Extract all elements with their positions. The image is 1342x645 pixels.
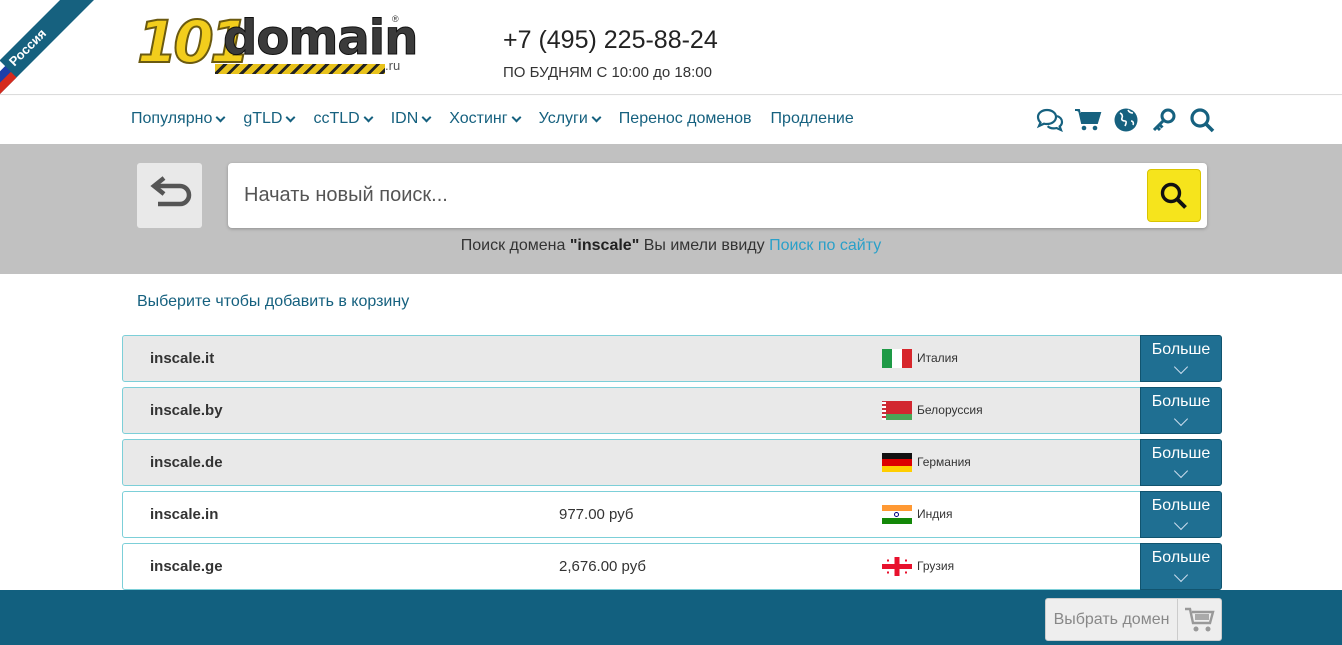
country-flag-icon bbox=[882, 349, 912, 368]
domain-results-list: inscale.it Италия Больше inscale.by Белорусс… bbox=[122, 335, 1222, 595]
nav-item[interactable]: ccTLD bbox=[313, 110, 374, 128]
more-button[interactable]: Больше bbox=[1140, 387, 1222, 434]
domain-name: inscale.by bbox=[150, 402, 223, 419]
search-icon[interactable] bbox=[1188, 106, 1216, 134]
country-name: Индия bbox=[917, 507, 953, 521]
pick-domain-button[interactable]: Выбрать домен bbox=[1045, 598, 1222, 641]
undo-arrow-icon bbox=[149, 175, 191, 206]
key-icon[interactable] bbox=[1150, 106, 1178, 134]
chevron-down-icon bbox=[1173, 359, 1189, 375]
nav-item-label: Хостинг bbox=[449, 110, 508, 127]
globe-icon[interactable] bbox=[1112, 106, 1140, 134]
chevron-down-icon bbox=[1173, 515, 1189, 531]
search-hint: Поиск домена "inscale" Вы имели ввиду По… bbox=[460, 237, 882, 254]
country-flag-icon bbox=[882, 557, 912, 576]
domain-name: inscale.it bbox=[150, 350, 215, 367]
search-box bbox=[228, 163, 1207, 228]
nav-item-label: Услуги bbox=[538, 110, 588, 127]
nav-item-label: ccTLD bbox=[313, 110, 360, 127]
country-name: Грузия bbox=[917, 559, 955, 573]
logo-stripe bbox=[215, 64, 385, 74]
logo-suffix: .ru bbox=[385, 58, 401, 73]
domain-name: inscale.ge bbox=[150, 558, 223, 575]
search-submit-button[interactable] bbox=[1147, 169, 1201, 222]
chevron-down-icon bbox=[591, 112, 602, 123]
chevron-down-icon bbox=[511, 112, 522, 123]
more-label: Больше bbox=[1151, 341, 1211, 358]
chevron-down-icon bbox=[215, 112, 226, 123]
domain-row[interactable]: inscale.de Германия Больше bbox=[122, 439, 1222, 486]
chevron-down-icon bbox=[363, 112, 374, 123]
nav-item[interactable]: gTLD bbox=[243, 110, 296, 128]
country-flag-icon bbox=[882, 401, 912, 420]
nav-item[interactable]: Хостинг bbox=[449, 110, 522, 128]
chevron-down-icon bbox=[1173, 463, 1189, 479]
domain-row[interactable]: inscale.ge 2,676.00 руб Грузия Больше bbox=[122, 543, 1222, 590]
nav-item[interactable]: Услуги bbox=[538, 110, 602, 128]
chevron-down-icon bbox=[421, 112, 432, 123]
more-label: Больше bbox=[1151, 445, 1211, 462]
country-name: Италия bbox=[917, 351, 958, 365]
magnifier-icon bbox=[1160, 182, 1187, 209]
chevron-down-icon bbox=[1173, 411, 1189, 427]
nav-item[interactable]: Перенос доменов bbox=[619, 110, 752, 128]
domain-row[interactable]: inscale.in 977.00 руб Индия Больше bbox=[122, 491, 1222, 538]
country-flag-icon bbox=[882, 505, 912, 524]
more-button[interactable]: Больше bbox=[1140, 335, 1222, 382]
phone-number[interactable]: +7 (495) 225-88-24 bbox=[503, 26, 718, 55]
chevron-down-icon bbox=[286, 112, 296, 123]
chevron-down-icon bbox=[1173, 567, 1189, 583]
domain-price: 2,676.00 руб bbox=[559, 558, 646, 575]
registered-mark: ® bbox=[392, 14, 399, 24]
country-name: Белоруссия bbox=[917, 403, 983, 417]
back-button[interactable] bbox=[137, 163, 202, 228]
country-flag-icon bbox=[882, 453, 912, 472]
working-hours: ПО БУДНЯМ С 10:00 до 18:00 bbox=[503, 64, 712, 81]
domain-name: inscale.in bbox=[150, 506, 219, 523]
site-search-link[interactable]: Поиск по сайту bbox=[769, 237, 881, 254]
nav-item-label: Популярно bbox=[131, 110, 213, 127]
more-label: Больше bbox=[1151, 393, 1211, 410]
search-input[interactable] bbox=[244, 163, 1124, 228]
footer-bar: Выбрать домен bbox=[0, 590, 1342, 645]
nav-item[interactable]: Продление bbox=[771, 110, 854, 128]
cart-icon[interactable] bbox=[1074, 106, 1102, 134]
domain-row[interactable]: inscale.by Белоруссия Больше bbox=[122, 387, 1222, 434]
more-button[interactable]: Больше bbox=[1140, 543, 1222, 590]
choose-label: Выберите чтобы добавить в корзину bbox=[137, 293, 410, 310]
more-button[interactable]: Больше bbox=[1140, 491, 1222, 538]
nav-item-label: gTLD bbox=[243, 110, 283, 127]
more-label: Больше bbox=[1151, 497, 1211, 514]
country-name: Германия bbox=[917, 455, 971, 469]
main-nav: Популярно gTLD ccTLD IDN Хостинг Услуги Перено… bbox=[0, 96, 1342, 144]
domain-price: 977.00 руб bbox=[559, 506, 634, 523]
chat-icon[interactable] bbox=[1036, 106, 1064, 134]
search-query: "inscale" bbox=[569, 237, 640, 254]
cart-icon bbox=[1177, 599, 1221, 640]
pick-domain-label: Выбрать домен bbox=[1053, 610, 1170, 628]
more-label: Больше bbox=[1151, 549, 1211, 566]
nav-item[interactable]: IDN bbox=[390, 110, 432, 128]
site-header: 101 domain .ru ® +7 (495) 225-88-24 ПО Б… bbox=[0, 0, 1342, 95]
domain-row[interactable]: inscale.it Италия Больше bbox=[122, 335, 1222, 382]
nav-item[interactable]: Популярно bbox=[131, 110, 226, 128]
search-band: Поиск домена "inscale" Вы имели ввиду По… bbox=[0, 144, 1342, 274]
nav-item-label: Продление bbox=[770, 110, 854, 127]
nav-item-label: Перенос доменов bbox=[618, 110, 752, 127]
nav-item-label: IDN bbox=[390, 110, 419, 127]
domain-name: inscale.de bbox=[150, 454, 223, 471]
logo[interactable]: 101 domain .ru ® bbox=[136, 7, 419, 77]
more-button[interactable]: Больше bbox=[1140, 439, 1222, 486]
